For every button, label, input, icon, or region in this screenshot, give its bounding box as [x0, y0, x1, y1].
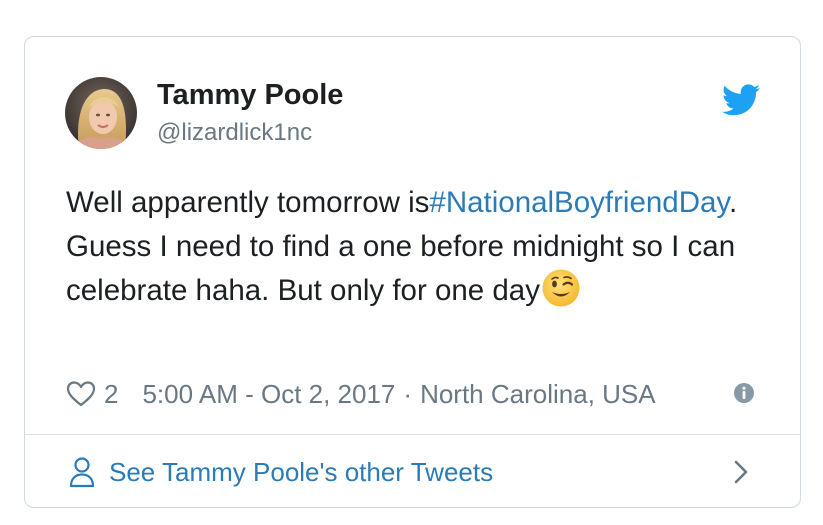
- avatar[interactable]: [65, 77, 137, 149]
- tweet-text-before: Well apparently tomorrow is: [66, 186, 430, 219]
- author-display-name[interactable]: Tammy Poole: [157, 79, 343, 112]
- chevron-right-icon[interactable]: [732, 459, 750, 485]
- info-icon[interactable]: [732, 381, 756, 405]
- tweet-timestamp[interactable]: 5:00 AM - Oct 2, 2017: [142, 379, 395, 410]
- person-icon: [69, 457, 95, 488]
- hashtag-link[interactable]: #NationalBoyfriendDay: [429, 186, 729, 219]
- tweet-text: Well apparently tomorrow is#NationalBoyf…: [66, 181, 786, 313]
- twitter-bird-icon[interactable]: [722, 83, 760, 117]
- heart-icon[interactable]: [66, 380, 96, 408]
- meta-separator: ·: [403, 378, 413, 409]
- tweet-location: North Carolina, USA: [420, 378, 656, 409]
- tweet-meta: 2 5:00 AM - Oct 2, 2017 · North Carolina…: [66, 377, 656, 411]
- author-handle[interactable]: @lizardlick1nc: [157, 119, 312, 147]
- avatar-image: [65, 77, 137, 149]
- embedded-tweet-card: Tammy Poole @lizardlick1nc Well apparent…: [24, 36, 801, 508]
- see-other-tweets-label[interactable]: See Tammy Poole's other Tweets: [109, 457, 493, 488]
- see-other-tweets-link[interactable]: See Tammy Poole's other Tweets: [25, 436, 800, 508]
- like-count[interactable]: 2: [104, 379, 118, 410]
- footer-divider: [25, 434, 800, 435]
- winking-face-emoji-icon: [542, 269, 580, 307]
